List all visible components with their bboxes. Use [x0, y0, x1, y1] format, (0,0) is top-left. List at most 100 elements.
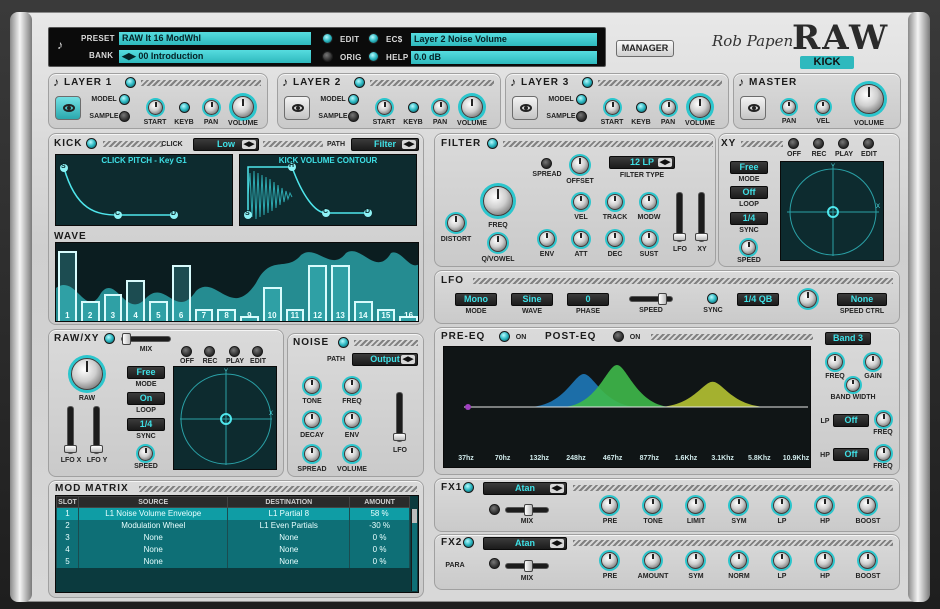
table-row[interactable]: 2 Modulation Wheel L1 Even Partials -30 %: [56, 519, 410, 532]
start-knob[interactable]: [377, 100, 392, 115]
fx2-sym-knob[interactable]: [687, 552, 704, 569]
edit-led[interactable]: [322, 33, 333, 44]
filter-lfo-handle[interactable]: [673, 233, 686, 241]
lfo-phase-select[interactable]: 0: [567, 293, 609, 306]
table-cell[interactable]: 4: [56, 543, 79, 556]
table-cell[interactable]: None: [227, 543, 351, 556]
xy-sync-select[interactable]: 1/4: [730, 212, 768, 225]
master-volume-knob[interactable]: [854, 84, 884, 114]
lfo-mode-select[interactable]: Mono: [455, 293, 497, 306]
decay-knob[interactable]: [304, 412, 320, 428]
table-cell[interactable]: -30 %: [349, 519, 410, 532]
sust-knob[interactable]: [641, 231, 657, 247]
layer-led[interactable]: [582, 77, 593, 88]
sample-led[interactable]: [119, 111, 130, 122]
hp-select[interactable]: Off: [833, 448, 869, 461]
noise-lfo-slider[interactable]: [393, 392, 406, 442]
raw-knob[interactable]: [71, 358, 103, 390]
xy-edit-led[interactable]: [252, 346, 263, 357]
fx1-mix-led[interactable]: [489, 504, 500, 515]
xy-rec-led[interactable]: [813, 138, 824, 149]
help-led[interactable]: [368, 51, 379, 62]
speed-knob[interactable]: [138, 446, 153, 461]
master-vel-knob[interactable]: [816, 100, 830, 114]
fx1-led[interactable]: [463, 482, 474, 493]
pre-eq-led[interactable]: [499, 331, 510, 342]
table-row[interactable]: 3 None None 0 %: [56, 531, 410, 544]
volume-knob[interactable]: [689, 96, 711, 118]
noise-freq-knob[interactable]: [344, 378, 360, 394]
raw-xy-pad[interactable]: X Y: [173, 366, 277, 470]
table-cell[interactable]: L1 Even Partials: [227, 519, 351, 532]
table-row[interactable]: 4 None None 0 %: [56, 543, 410, 556]
start-knob[interactable]: [605, 100, 620, 115]
fx2-norm-knob[interactable]: [730, 552, 747, 569]
noise-path-select[interactable]: Output ◀▶: [352, 353, 418, 366]
path-select[interactable]: Filter ◀▶: [351, 138, 419, 151]
pan-knob[interactable]: [661, 100, 676, 115]
loop-select[interactable]: On: [127, 392, 165, 405]
post-eq-led[interactable]: [613, 331, 624, 342]
xy-off-led[interactable]: [181, 346, 192, 357]
table-cell[interactable]: 1: [56, 507, 79, 520]
model-led[interactable]: [119, 94, 130, 105]
fx2-type-select[interactable]: Atan ◀▶: [483, 537, 567, 550]
start-knob[interactable]: [148, 100, 163, 115]
filter-vel-knob[interactable]: [573, 194, 589, 210]
volume-knob[interactable]: [461, 96, 483, 118]
lfo-sync-led[interactable]: [707, 293, 718, 304]
manager-button[interactable]: MANAGER: [616, 40, 674, 57]
noise-volume-knob[interactable]: [344, 446, 360, 462]
eq-gain-knob[interactable]: [865, 354, 881, 370]
track-knob[interactable]: [607, 194, 623, 210]
lfo-y-slider[interactable]: [90, 406, 103, 454]
kick-volume-envelope[interactable]: KICK VOLUME CONTOUR S H C D: [239, 154, 417, 226]
master-view-button[interactable]: [740, 96, 766, 120]
layer-view-button[interactable]: [55, 96, 81, 120]
fx1-mix-slider[interactable]: [505, 504, 549, 516]
table-row[interactable]: 5 None None 0 %: [56, 555, 410, 568]
noise-env-knob[interactable]: [344, 412, 360, 428]
lfo-x-handle[interactable]: [64, 445, 77, 453]
distort-knob[interactable]: [447, 214, 465, 232]
layer-led[interactable]: [354, 77, 365, 88]
sync-select[interactable]: 1/4: [127, 418, 165, 431]
lp-freq-knob[interactable]: [876, 412, 891, 427]
table-cell[interactable]: 2: [56, 519, 79, 532]
xy-play-led[interactable]: [838, 138, 849, 149]
xy-edit-led[interactable]: [863, 138, 874, 149]
wave-step-editor[interactable]: 1 2 3 4 5 6 7 8 9 10 11 12 13 14 15 16: [55, 242, 419, 322]
lfo-speed-slider[interactable]: [629, 293, 673, 305]
xy-play-led[interactable]: [229, 346, 240, 357]
table-cell[interactable]: None: [77, 543, 229, 556]
sample-led[interactable]: [576, 111, 587, 122]
filter-freq-knob[interactable]: [483, 186, 513, 216]
fx2-mix-slider[interactable]: [505, 560, 549, 572]
click-pitch-envelope[interactable]: CLICK PITCH - Key G1 S C D: [55, 154, 233, 226]
table-cell[interactable]: 5: [56, 555, 79, 568]
qvowel-knob[interactable]: [489, 234, 507, 252]
filter-xy-handle[interactable]: [695, 233, 708, 241]
keyb-led[interactable]: [636, 102, 647, 113]
lfo-x-slider[interactable]: [64, 406, 77, 454]
table-cell[interactable]: Modulation Wheel: [77, 519, 229, 532]
lfo-speedctrl-knob[interactable]: [799, 290, 817, 308]
filter-xy-slider[interactable]: [695, 192, 708, 242]
band-select[interactable]: Band 3: [825, 332, 871, 345]
table-cell[interactable]: 58 %: [349, 507, 410, 520]
table-cell[interactable]: 0 %: [349, 555, 410, 568]
hp-freq-knob[interactable]: [876, 446, 891, 461]
layer-view-button[interactable]: [284, 96, 310, 120]
kick-led[interactable]: [86, 138, 97, 149]
noise-lfo-handle[interactable]: [393, 433, 406, 441]
keyb-led[interactable]: [179, 102, 190, 113]
eq-band-handle[interactable]: [465, 404, 471, 410]
fx1-type-select[interactable]: Atan ◀▶: [483, 482, 567, 495]
fx1-sym-knob[interactable]: [730, 497, 747, 514]
table-cell[interactable]: L1 Partial 8: [227, 507, 351, 520]
tone-knob[interactable]: [304, 378, 320, 394]
pan-knob[interactable]: [204, 100, 219, 115]
mod-matrix-scrollbar[interactable]: [411, 509, 417, 591]
speed-ctrl-select[interactable]: None: [837, 293, 887, 306]
table-cell[interactable]: None: [77, 531, 229, 544]
